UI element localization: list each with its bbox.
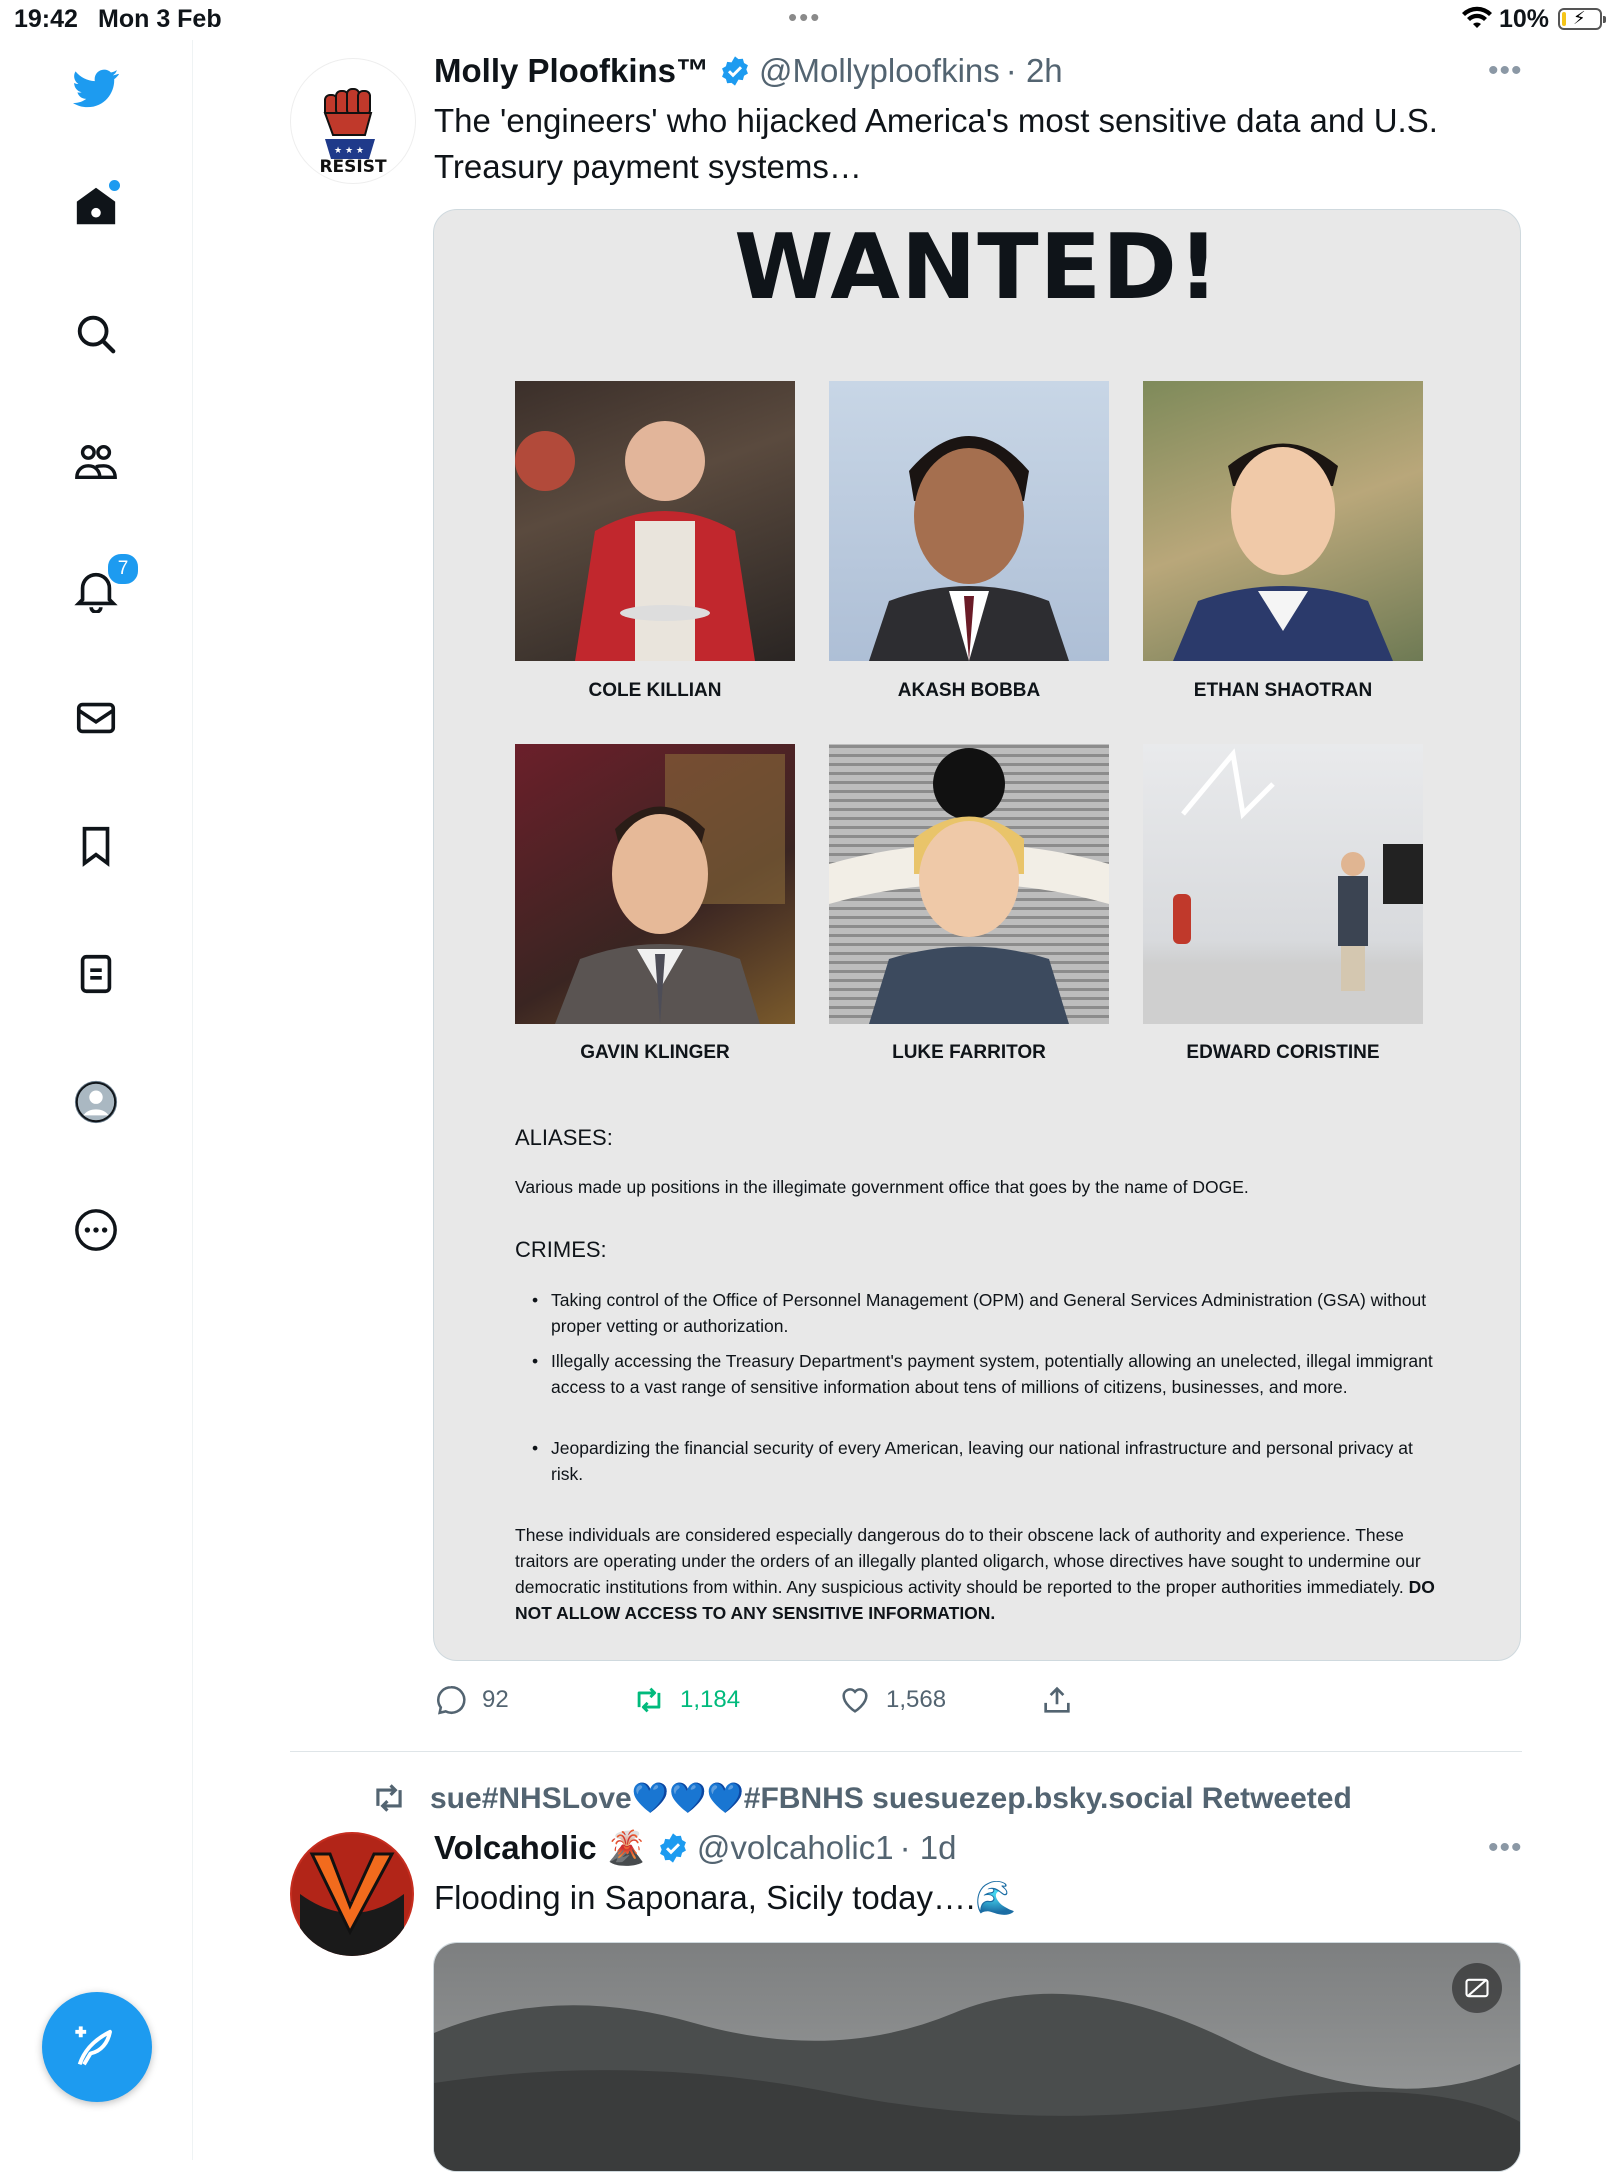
svg-text:★ ★ ★: ★ ★ ★ [334,146,364,156]
person-name-2: AKASH BOBBA [897,680,1041,701]
tweet1-image-wanted-poster[interactable]: WANTED! COLE KILLIAN AKASH BOBBA ETHAN S… [433,209,1521,1661]
twitter-logo-icon[interactable] [72,64,120,112]
person-name-5: LUKE FARRITOR [892,1042,1046,1063]
compose-tweet-button[interactable] [42,1992,152,2102]
reply-count: 92 [482,1686,509,1713]
wifi-icon [1462,6,1492,28]
messages-icon[interactable] [72,694,120,742]
person-name-1: COLE KILLIAN [588,680,722,701]
photo-ethan-shaotran [1143,381,1423,661]
more-options-icon[interactable] [72,1206,120,1254]
tweet1-timestamp[interactable]: · 2h [1006,52,1063,90]
crimes-heading: CRIMES: [515,1237,607,1262]
retweeted-by-banner[interactable]: sue#NHSLove💙💙💙#FBNHS suesuezep.bsky.soci… [370,1778,1352,1818]
raised-fist-resist-logo: ★ ★ ★ RESIST [319,88,387,177]
photo-luke-farritor [829,744,1109,1024]
home-icon[interactable] [72,180,120,230]
status-date: Mon 3 Feb [98,5,222,33]
retweeted-by-text: sue#NHSLove💙💙💙#FBNHS suesuezep.bsky.soci… [430,1781,1352,1815]
tweet1-avatar[interactable]: ★ ★ ★ RESIST [290,58,416,184]
battery-fill [1562,12,1566,26]
person-name-6: EDWARD CORISTINE [1186,1042,1380,1063]
tweet1-text: The 'engineers' who hijacked America's m… [434,102,1438,185]
crime-item-3: • Jeopardizing the financial security of … [532,1438,1413,1484]
verified-badge-icon [722,56,748,86]
aliases-heading: ALIASES: [515,1125,613,1150]
tweet1-handle[interactable]: @Mollyploofkins [759,52,1000,90]
person-name-4: GAVIN KLINGER [580,1042,730,1063]
heart-icon [842,1688,868,1713]
tweet2-more-button[interactable]: ••• [1488,1831,1523,1865]
photo-edward-coristine [1143,744,1423,1024]
notifications-count-badge: 7 [106,552,140,586]
aliases-text: Various made up positions in the illegim… [515,1177,1249,1197]
profile-avatar-icon[interactable] [72,1078,120,1126]
photo-akash-bobba [829,381,1109,661]
retweet-icon [637,1687,661,1713]
video-frame [434,1943,1520,2171]
compose-feather-icon [75,2026,112,2066]
photo-cole-killian [515,381,795,661]
tweet-divider [290,1751,1522,1752]
tweet2-avatar[interactable]: V [290,1832,414,1956]
crime-item-1: • Taking control of the Office of Personn… [532,1290,1427,1336]
multitask-dots-icon[interactable]: ••• [788,2,821,33]
status-time: 19:42 [14,5,78,33]
like-count: 1,568 [886,1686,947,1713]
video-settings-icon[interactable] [1452,1963,1502,2013]
volcaholic-logo: V [292,1834,412,1956]
bookmarks-icon[interactable] [72,822,120,870]
share-button[interactable] [1040,1680,1088,1720]
home-unread-dot [109,180,120,191]
like-button[interactable]: 1,568 [838,1680,946,1720]
photo-gavin-klinger [515,744,795,1024]
warning-text: These individuals are considered especia… [515,1525,1421,1597]
communities-icon[interactable] [72,438,120,486]
tweet1-more-button[interactable]: ••• [1488,54,1523,88]
charging-bolt-icon: ⚡ [1573,8,1586,28]
retweet-count: 1,184 [680,1686,741,1713]
reply-icon [436,1685,466,1715]
battery-icon: ⚡ [1558,8,1606,30]
tweet2-header: Volcaholic 🌋 @volcaholic1 · 1d [434,1827,957,1869]
notifications-bell-icon[interactable]: 7 [72,552,140,614]
tweet2-text: Flooding in Saponara, Sicily today….🌊 [434,1879,1017,1916]
search-icon[interactable] [72,310,120,358]
tweet2-display-name[interactable]: Volcaholic 🌋 [434,1829,647,1868]
status-bar: 19:42 Mon 3 Feb ••• 10% ⚡ [0,0,1620,40]
tweet1-display-name[interactable]: Molly Ploofkins™ [434,52,709,90]
poster-title: WANTED! [734,215,1220,320]
battery-percent: 10% [1499,5,1550,33]
tweet2-video[interactable] [433,1942,1521,2172]
tweet2-handle[interactable]: @volcaholic1 [697,1829,894,1867]
sidebar-nav: 7 [0,40,193,2160]
person-name-3: ETHAN SHAOTRAN [1193,680,1373,701]
tweet2-timestamp[interactable]: · 1d [900,1829,957,1867]
share-icon [1044,1686,1070,1713]
crime-item-2: • Illegally accessing the Treasury Depart… [532,1351,1433,1397]
reply-button[interactable]: 92 [434,1680,509,1720]
warning-paragraph: These individuals are considered especia… [515,1522,1445,1626]
retweet-indicator-icon [376,1784,402,1812]
svg-text:RESIST: RESIST [319,157,387,177]
verified-badge-icon [659,1833,686,1863]
lists-icon[interactable] [72,950,120,998]
retweet-button[interactable]: 1,184 [632,1680,740,1720]
tweet1-header: Molly Ploofkins™ @Mollyploofkins · 2h [434,50,1063,92]
